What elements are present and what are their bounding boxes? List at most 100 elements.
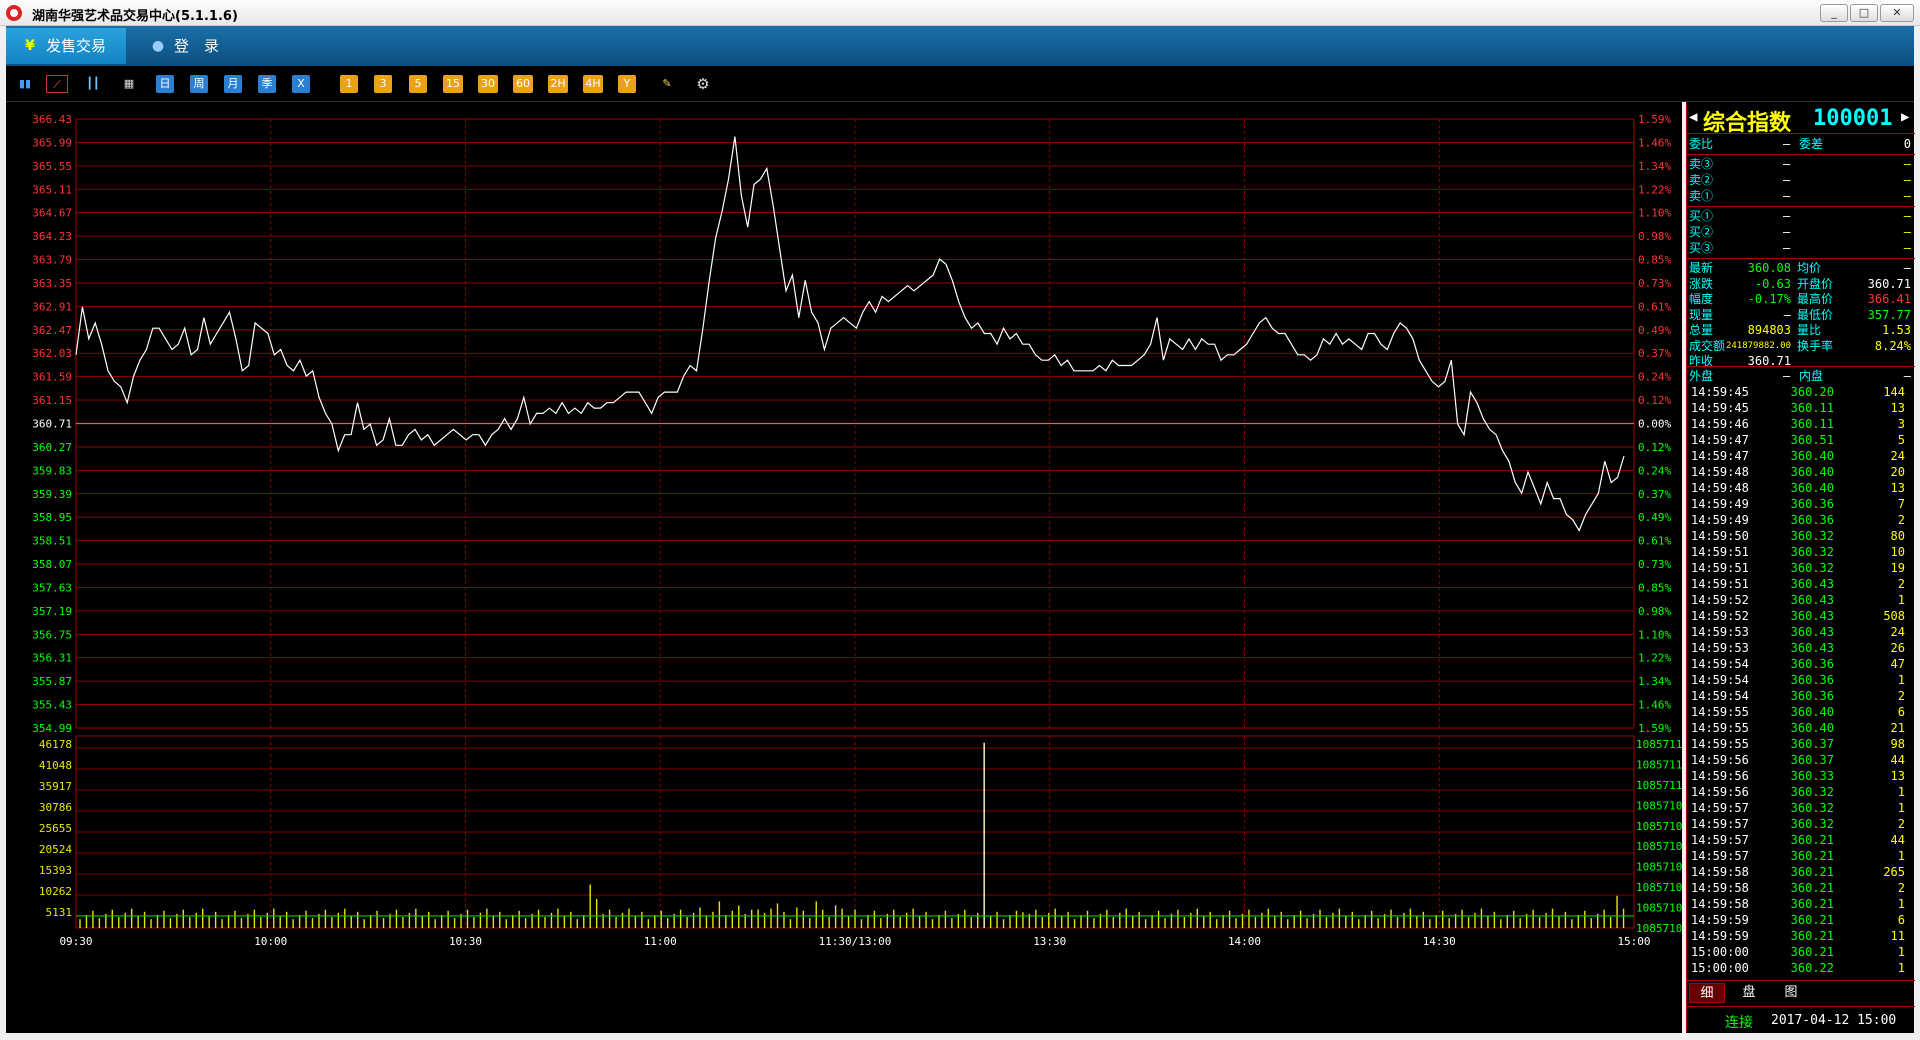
pct-tick-label: 1.59%	[1638, 722, 1671, 735]
status-datetime: 2017-04-12 15:00	[1771, 1013, 1897, 1028]
price-tick-label: 361.59	[32, 371, 72, 384]
trade-volume: 1	[1897, 673, 1905, 687]
bar-chart-icon[interactable]: ▮▮	[14, 75, 36, 93]
pct-tick-label: 0.85%	[1638, 254, 1671, 267]
trade-volume: 44	[1890, 753, 1905, 767]
gear-icon[interactable]: ⚙	[692, 75, 714, 93]
sell1-price: —	[1783, 189, 1791, 203]
tab-orderbook[interactable]: 盘	[1731, 983, 1767, 1003]
sell3-price: —	[1783, 157, 1791, 171]
pct-tick-label: 1.34%	[1638, 675, 1671, 688]
trade-time: 14:59:57	[1691, 833, 1749, 847]
trade-price: 360.40	[1790, 481, 1834, 495]
price-tick-label: 357.19	[32, 605, 72, 618]
trade-volume: 10	[1890, 545, 1905, 559]
trade-time: 14:59:58	[1691, 881, 1749, 895]
prev-instrument-icon[interactable]: ◀	[1689, 109, 1697, 125]
calendar-icon[interactable]: ▦	[118, 75, 140, 93]
divider	[1687, 366, 1915, 367]
stat-value: 360.71	[1867, 276, 1911, 291]
time-axis-label: 11:00	[644, 935, 677, 948]
pct-tick-label: 1.46%	[1638, 699, 1671, 712]
tab-trading[interactable]: ¥ 发售交易	[6, 28, 126, 64]
pct-tick-label: 0.61%	[1638, 300, 1671, 313]
trade-volume: 1	[1897, 849, 1905, 863]
trade-ticks-list[interactable]: 14:59:45 360.20 144 14:59:45 360.11 13 14:59:4…	[1687, 384, 1915, 978]
line-chart-icon[interactable]: ⟋	[46, 75, 68, 93]
trade-time: 14:59:54	[1691, 689, 1749, 703]
time-axis-label: 10:30	[449, 935, 482, 948]
window-bottom-edge	[0, 1033, 1920, 1040]
period-30m-button[interactable]: 30	[478, 75, 498, 93]
tab-login[interactable]: ● 登 录	[134, 28, 244, 64]
trade-price: 360.20	[1790, 385, 1834, 399]
trade-row: 14:59:49 360.36 7	[1687, 496, 1915, 512]
sell2-volume: —	[1903, 173, 1911, 187]
period-3m-button[interactable]: 3	[374, 75, 392, 93]
trade-row: 14:59:47 360.40 24	[1687, 448, 1915, 464]
pct-tick-label: 1.59%	[1638, 113, 1671, 126]
trade-row: 14:59:51 360.43 2	[1687, 576, 1915, 592]
trade-row: 14:59:54 360.36 2	[1687, 688, 1915, 704]
period-2h-button[interactable]: 2H	[548, 75, 568, 93]
close-button[interactable]: ✕	[1880, 4, 1914, 22]
stat-label: 换手率	[1797, 338, 1834, 353]
trade-time: 14:59:50	[1691, 529, 1749, 543]
tab-chart[interactable]: 图	[1773, 983, 1809, 1003]
minimize-button[interactable]: _	[1820, 4, 1848, 22]
pct-tick-label: 0.98%	[1638, 605, 1671, 618]
period-week-button[interactable]: 周	[190, 75, 208, 93]
trade-volume: 144	[1883, 385, 1905, 399]
stat-value: 894803	[1747, 323, 1791, 337]
period-5m-button[interactable]: 5	[409, 75, 427, 93]
draw-tool-icon[interactable]: ✎	[656, 75, 678, 93]
trade-price: 360.37	[1790, 737, 1834, 751]
trade-row: 14:59:58 360.21 265	[1687, 864, 1915, 880]
volume-tick-label: 5131	[46, 906, 73, 919]
intraday-chart[interactable]: 366.43 1.59% 365.99 1.46% 365.55 1.34% 365.11 1…	[6, 102, 1682, 1033]
divider	[1687, 154, 1915, 155]
trade-time: 14:59:51	[1691, 561, 1749, 575]
volume-right-tick-label: 10857106	[1636, 861, 1682, 874]
quote-panel: ◀ 综合指数 100001 ▶ 委比 — 委差 0 卖③ — — 卖② — — …	[1686, 102, 1915, 1033]
period-x-button[interactable]: X	[292, 75, 310, 93]
pct-tick-label: 0.37%	[1638, 488, 1671, 501]
period-15m-button[interactable]: 15	[443, 75, 463, 93]
period-1m-button[interactable]: 1	[340, 75, 358, 93]
stat-label: 最低价	[1797, 307, 1834, 322]
period-year-button[interactable]: Y	[618, 75, 636, 93]
trade-price: 360.40	[1790, 705, 1834, 719]
pct-tick-label: 1.34%	[1638, 160, 1671, 173]
weibi-row: 委比 — 委差 0	[1687, 136, 1915, 152]
trade-time: 15:00:00	[1691, 961, 1749, 975]
price-tick-label: 365.11	[32, 183, 72, 196]
trade-time: 14:59:46	[1691, 417, 1749, 431]
trade-volume: 44	[1890, 833, 1905, 847]
trade-volume: 24	[1890, 449, 1905, 463]
period-day-button[interactable]: 日	[156, 75, 174, 93]
tab-ticks[interactable]: 细	[1689, 983, 1725, 1003]
stat-value: —	[1903, 261, 1911, 275]
sell2-price: —	[1783, 173, 1791, 187]
period-4h-button[interactable]: 4H	[583, 75, 603, 93]
trade-time: 14:59:47	[1691, 449, 1749, 463]
trade-time: 14:59:55	[1691, 721, 1749, 735]
price-tick-label: 363.35	[32, 277, 72, 290]
period-month-button[interactable]: 月	[224, 75, 242, 93]
trade-time: 14:59:54	[1691, 657, 1749, 671]
price-tick-label: 360.71	[32, 418, 72, 431]
trade-time: 14:59:53	[1691, 641, 1749, 655]
period-60m-button[interactable]: 60	[513, 75, 533, 93]
pct-tick-label: 0.37%	[1638, 347, 1671, 360]
trade-row: 14:59:52 360.43 1	[1687, 592, 1915, 608]
candlestick-icon[interactable]: ┃┃	[82, 75, 104, 93]
trade-volume: 19	[1890, 561, 1905, 575]
trade-price: 360.21	[1790, 945, 1834, 959]
next-instrument-icon[interactable]: ▶	[1901, 109, 1909, 125]
trade-time: 14:59:45	[1691, 385, 1749, 399]
period-quarter-button[interactable]: 季	[258, 75, 276, 93]
price-tick-label: 356.75	[32, 628, 72, 641]
trade-volume: 6	[1897, 913, 1905, 927]
maximize-button[interactable]: □	[1850, 4, 1878, 22]
pct-tick-label: 1.22%	[1638, 652, 1671, 665]
